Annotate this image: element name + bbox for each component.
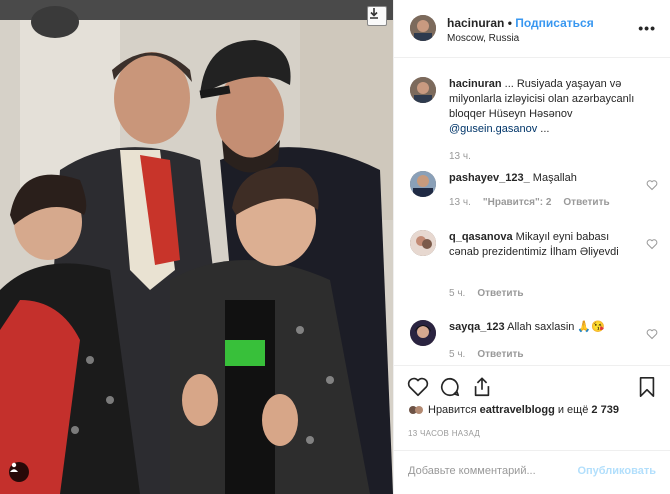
comment-body: Allah saxlasin 🙏😘 xyxy=(504,321,605,333)
more-icon[interactable]: ••• xyxy=(638,20,656,36)
comment-meta: 5 ч. Ответить xyxy=(449,349,524,360)
avatar-image xyxy=(410,320,436,346)
post-header: hacinuran • Подписаться Moscow, Russia •… xyxy=(394,0,670,58)
avatar-image xyxy=(410,15,436,41)
comment-meta: 5 ч. Ответить xyxy=(449,288,524,299)
comment-time[interactable]: 13 ч. xyxy=(449,197,471,208)
avatar-image xyxy=(410,77,436,103)
avatar[interactable] xyxy=(410,230,436,256)
download-button[interactable] xyxy=(367,6,387,26)
reply-button[interactable]: Ответить xyxy=(477,349,523,360)
add-comment-bar: Добавьте комментарий... Опубликовать xyxy=(394,450,670,494)
post-photo[interactable] xyxy=(0,0,393,494)
liker-username[interactable]: eattravelblogg xyxy=(480,404,555,416)
likes-count[interactable]: 2 739 xyxy=(591,404,619,416)
separator-dot: • xyxy=(507,16,512,30)
caption-time[interactable]: 13 ч. xyxy=(449,151,471,162)
user-tag-icon xyxy=(10,462,18,472)
avatar[interactable] xyxy=(410,77,436,103)
likes-prefix: Нравится xyxy=(428,404,480,416)
caption-username[interactable]: hacinuran xyxy=(449,78,502,90)
follow-button[interactable]: Подписаться xyxy=(515,16,593,30)
heart-icon[interactable] xyxy=(646,238,658,250)
list-item: sayqa_123 Allah saxlasin 🙏😘 5 ч. Ответить xyxy=(410,320,658,364)
comment-text: q_qasanova Mikayıl eyni babası cənab pre… xyxy=(449,230,635,260)
likes-suffix: и ещё xyxy=(554,404,592,416)
comment-time[interactable]: 5 ч. xyxy=(449,288,465,299)
comment-input[interactable]: Добавьте комментарий... xyxy=(408,465,536,477)
share-icon[interactable] xyxy=(471,376,493,398)
avatar-image xyxy=(410,230,436,256)
comment-body: Maşallah xyxy=(529,172,577,184)
comment-meta: 13 ч. "Нравится": 2 Ответить xyxy=(449,197,610,208)
comment-username[interactable]: q_qasanova xyxy=(449,231,513,243)
list-item: pashayev_123_ Maşallah 13 ч. "Нравится": … xyxy=(410,171,658,215)
reply-button[interactable]: Ответить xyxy=(563,197,609,208)
likes-summary: Нравится eattravelblogg и ещё 2 739 xyxy=(408,404,619,416)
caption-suffix: ... xyxy=(537,123,550,135)
bookmark-icon[interactable] xyxy=(636,376,658,398)
comment-icon[interactable] xyxy=(439,376,461,398)
caption: hacinuran ... Rusiyada yaşayan və milyon… xyxy=(410,77,658,167)
comment-username[interactable]: sayqa_123 xyxy=(449,321,505,333)
post-username[interactable]: hacinuran xyxy=(447,16,504,30)
caption-mention[interactable]: @gusein.gasanov xyxy=(449,123,537,135)
comment-time[interactable]: 5 ч. xyxy=(449,349,465,360)
post-location[interactable]: Moscow, Russia xyxy=(447,33,519,44)
avatar-image xyxy=(410,171,436,197)
avatar[interactable] xyxy=(410,320,436,346)
download-icon xyxy=(370,8,378,19)
avatar[interactable] xyxy=(410,171,436,197)
heart-icon[interactable] xyxy=(407,376,429,398)
reply-button[interactable]: Ответить xyxy=(477,288,523,299)
publish-button[interactable]: Опубликовать xyxy=(577,465,656,477)
photo-illustration xyxy=(0,0,393,494)
comments-list[interactable]: hacinuran ... Rusiyada yaşayan və milyon… xyxy=(394,59,670,365)
avatar[interactable] xyxy=(410,15,436,41)
heart-icon[interactable] xyxy=(646,328,658,340)
comment-text: sayqa_123 Allah saxlasin 🙏😘 xyxy=(449,320,635,335)
user-tag-button[interactable] xyxy=(9,462,29,482)
comment-likes[interactable]: "Нравится": 2 xyxy=(483,197,552,208)
list-item: q_qasanova Mikayıl eyni babası cənab pre… xyxy=(410,230,658,302)
comment-username[interactable]: pashayev_123_ xyxy=(449,172,530,184)
heart-icon[interactable] xyxy=(646,179,658,191)
caption-text: hacinuran ... Rusiyada yaşayan və milyon… xyxy=(449,77,635,137)
post-side-panel: hacinuran • Подписаться Moscow, Russia •… xyxy=(393,0,670,494)
post-author-line: hacinuran • Подписаться xyxy=(447,16,594,30)
comment-text: pashayev_123_ Maşallah xyxy=(449,171,635,186)
liker-avatars xyxy=(409,406,423,415)
post-time-ago[interactable]: 13 ЧАСОВ НАЗАД xyxy=(408,429,480,438)
